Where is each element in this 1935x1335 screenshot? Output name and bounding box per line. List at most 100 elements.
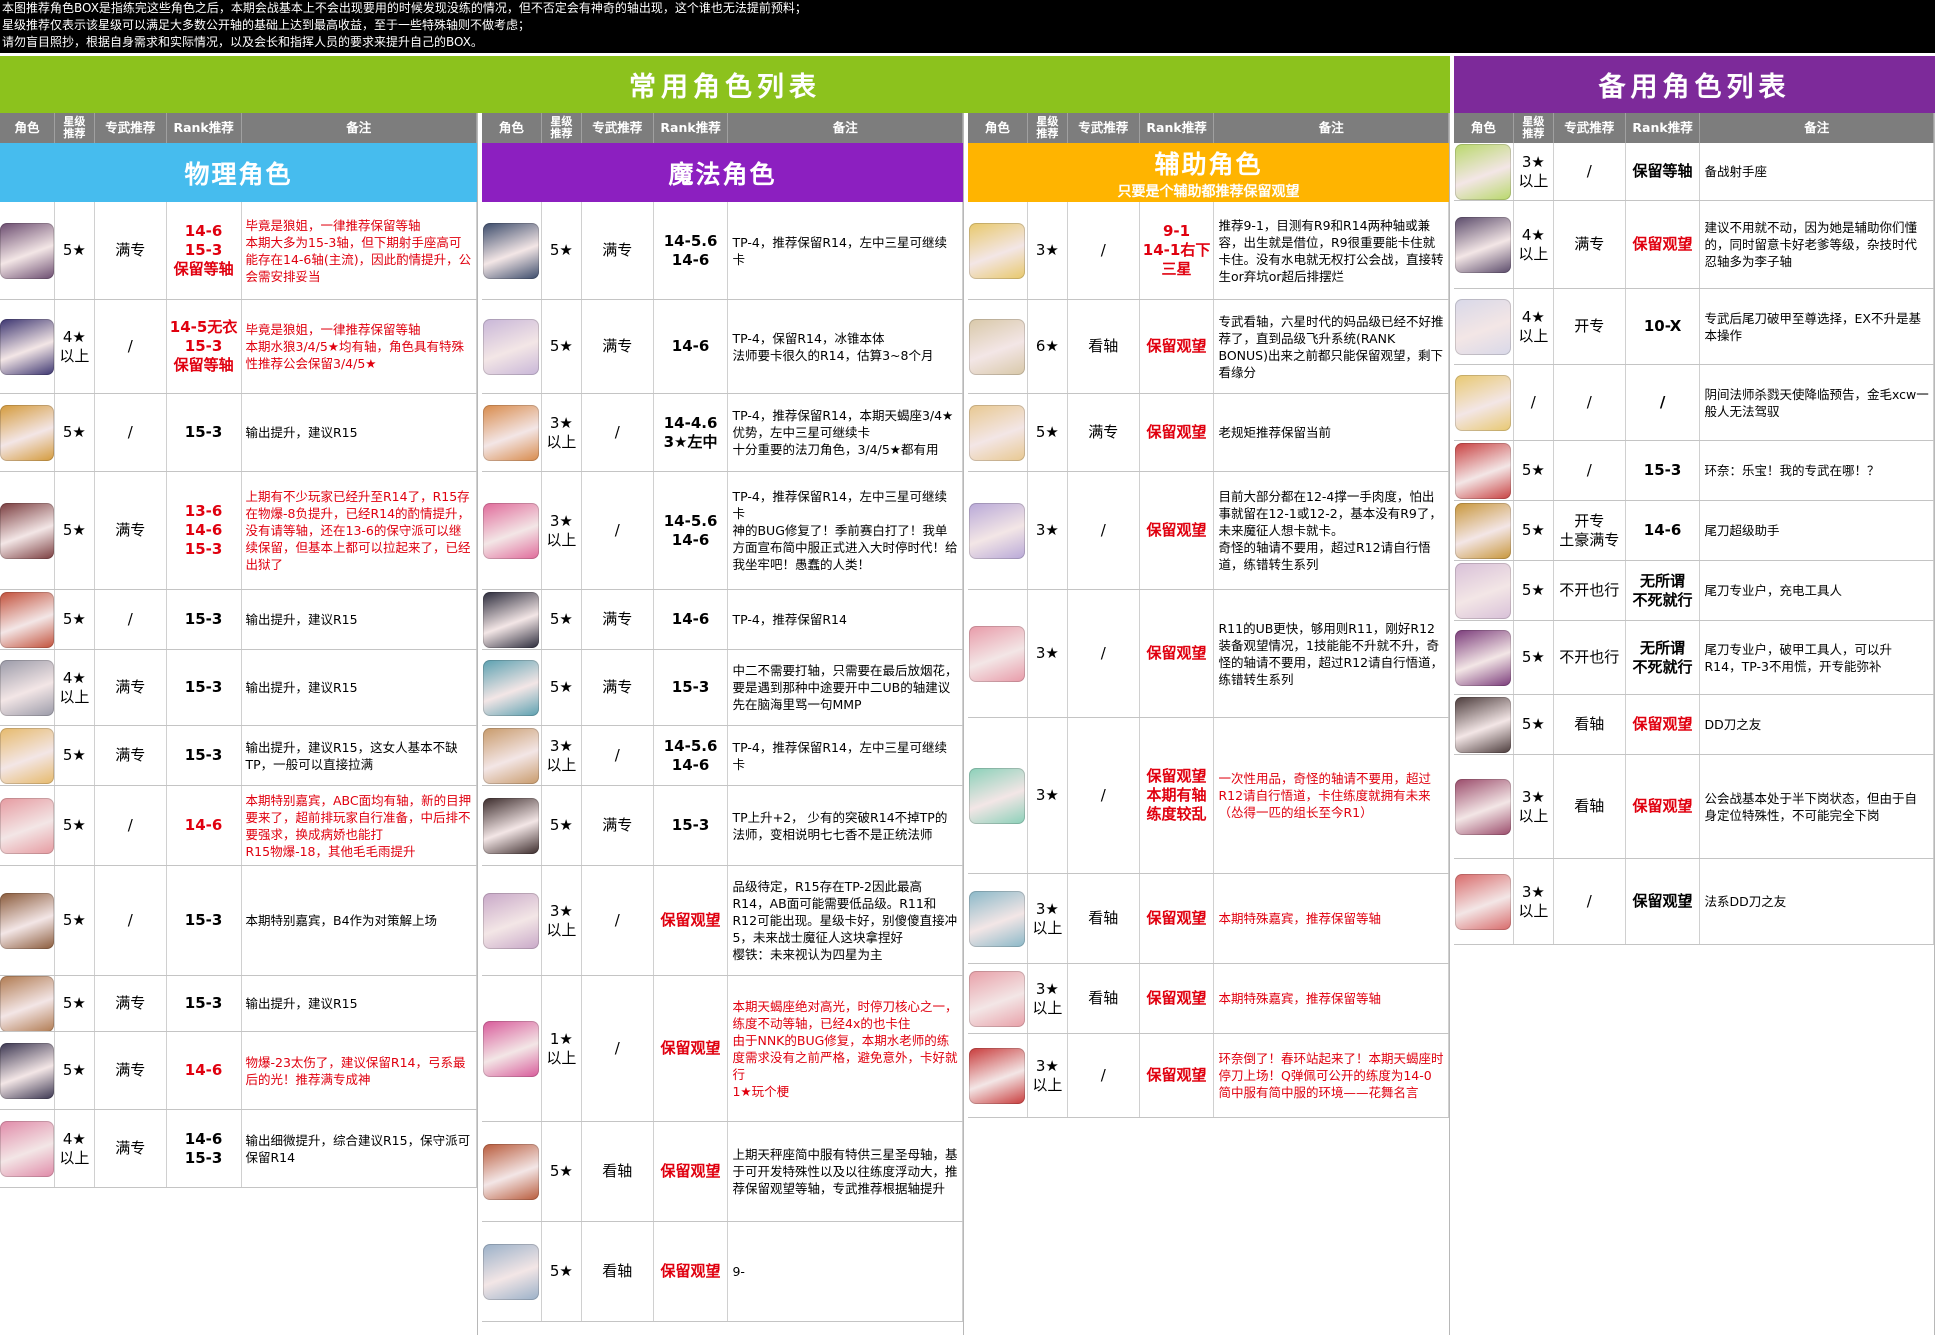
character-avatar[interactable] (969, 625, 1026, 682)
character-avatar[interactable] (0, 1120, 54, 1177)
avatar-cell (0, 866, 55, 975)
character-avatar[interactable] (0, 892, 54, 949)
weapon-cell: / (1068, 718, 1140, 873)
note-cell: TP-4，推荐保留R14，左中三星可继续卡 神的BUG修复了！季前赛白打了！我单… (728, 472, 963, 589)
star-cell: 3★ 以上 (1028, 1034, 1068, 1117)
header-star: 星级 推荐 (1513, 113, 1554, 143)
rank-cell: 保留观望 (1140, 590, 1215, 717)
character-avatar[interactable] (969, 502, 1026, 559)
star-cell: 5★ (55, 590, 95, 649)
section-magic: 角色 星级 推荐 专武推荐 Rank推荐 备注 魔法角色 5★ 满专 14-5.6 14-6 TP… (482, 113, 964, 1335)
character-avatar[interactable] (1455, 778, 1512, 835)
avatar-cell (0, 726, 55, 785)
rank-cell: 14-5.6 14-6 (654, 202, 729, 299)
character-avatar[interactable] (1455, 442, 1512, 499)
character-avatar[interactable] (1455, 502, 1512, 559)
note-cell: 尾刀超级助手 (1700, 501, 1934, 560)
character-avatar[interactable] (0, 591, 54, 648)
rank-cell: 13-6 14-6 15-3 (167, 472, 242, 589)
star-cell: 5★ (542, 590, 582, 649)
character-avatar[interactable] (483, 404, 540, 461)
weapon-cell: / (95, 394, 167, 471)
rank-cell: 15-3 (654, 650, 729, 725)
star-cell: 5★ (542, 650, 582, 725)
character-avatar[interactable] (483, 797, 540, 854)
header-rank: Rank推荐 (1625, 113, 1701, 143)
character-avatar[interactable] (969, 222, 1026, 279)
avatar-cell (1454, 441, 1514, 500)
rank-cell: 保留观望 (1140, 472, 1215, 589)
rank-cell: 15-3 (654, 786, 729, 865)
character-avatar[interactable] (483, 1243, 540, 1300)
rank-cell: 保留观望 (1626, 201, 1701, 288)
star-cell: 5★ (55, 976, 95, 1031)
character-row: 3★ 以上 / 保留观望 品级待定，R15存在TP-2因此最高R14，AB面可能需要低… (482, 866, 963, 976)
character-avatar[interactable] (483, 222, 540, 279)
character-avatar[interactable] (1455, 562, 1512, 619)
character-row: 3★ / 保留观望 目前大部分都在12-4撑一手肉度，怕出事就留在12-1或12-2，… (968, 472, 1449, 590)
character-avatar[interactable] (0, 976, 54, 1031)
character-avatar[interactable] (0, 222, 54, 279)
rank-cell: 14-6 (167, 1032, 242, 1109)
header-note: 备注 (728, 113, 963, 143)
character-avatar[interactable] (1455, 143, 1512, 200)
character-avatar[interactable] (969, 890, 1026, 947)
rank-cell: 保留观望 本期有轴 练度较乱 (1140, 718, 1215, 873)
avatar-cell (968, 590, 1028, 717)
character-row: 5★ 满专 14-6 物爆-23太伤了，建议保留R14，弓系最后的光！推荐满专成神 (0, 1032, 478, 1110)
weapon-cell: / (582, 394, 654, 471)
avatar-cell (1454, 621, 1514, 694)
character-avatar[interactable] (483, 659, 540, 716)
character-avatar[interactable] (969, 318, 1026, 375)
rank-cell: 15-3 (167, 976, 242, 1031)
star-cell: 3★ 以上 (542, 866, 582, 975)
character-avatar[interactable] (1455, 873, 1512, 930)
character-avatar[interactable] (969, 970, 1026, 1027)
avatar-cell (0, 300, 55, 393)
common-list-banner: 常用角色列表 (0, 56, 1450, 113)
weapon-cell: 看轴 (1554, 695, 1626, 754)
character-avatar[interactable] (1455, 696, 1512, 753)
character-avatar[interactable] (969, 1047, 1026, 1104)
character-avatar[interactable] (1455, 374, 1512, 431)
character-row: 3★/9-1 14-1右下 三星 推荐9-1，目测有R9和R14两种轴或兼容，出生… (968, 202, 1449, 300)
note-cell: 老规矩推荐保留当前 (1214, 394, 1449, 471)
character-avatar[interactable] (0, 318, 54, 375)
weapon-cell: 满专 (95, 1032, 167, 1109)
character-avatar[interactable] (0, 1042, 54, 1099)
weapon-cell: 满专 (95, 202, 167, 299)
character-avatar[interactable] (0, 659, 54, 716)
rank-cell: 14-6 (654, 300, 729, 393)
character-avatar[interactable] (0, 797, 54, 854)
star-cell: 3★ 以上 (542, 726, 582, 785)
note-cell: 一次性用品，奇怪的轴请不要用，超过R12请自行悟道，卡住练度就拥有未来 （怂得一… (1214, 718, 1449, 873)
rank-cell: 保留观望 (1140, 300, 1215, 393)
character-row: 5★/15-3 本期特别嘉宾，B4作为对策解上场 (0, 866, 478, 976)
character-avatar[interactable] (483, 727, 540, 784)
character-avatar[interactable] (0, 727, 54, 784)
character-avatar[interactable] (0, 404, 54, 461)
character-avatar[interactable] (1455, 216, 1512, 273)
character-avatar[interactable] (0, 502, 54, 559)
character-avatar[interactable] (1455, 298, 1512, 355)
character-avatar[interactable] (483, 1143, 540, 1200)
character-avatar[interactable] (483, 892, 540, 949)
note-cell: TP-4，推荐保留R14，本期天蝎座3/4★优势，左中三星可继续卡 十分重要的法… (728, 394, 963, 471)
character-avatar[interactable] (1455, 629, 1512, 686)
character-avatar[interactable] (483, 502, 540, 559)
star-cell: 1★ 以上 (542, 976, 582, 1121)
rank-cell: 15-3 (167, 726, 242, 785)
character-avatar[interactable] (483, 591, 540, 648)
header-rank: Rank推荐 (1139, 113, 1215, 143)
star-cell: 5★ (55, 866, 95, 975)
weapon-cell: 满专 (582, 300, 654, 393)
top-note-line-1: 本图推荐角色BOX是指练完这些角色之后，本期会战基本上不会出现要用的时候发现没练… (2, 1, 807, 15)
note-cell: 公会战基本处于半下岗状态，但由于自身定位特殊性，不可能完全下岗 (1700, 755, 1934, 858)
note-cell: 尾刀专业户，充电工具人 (1700, 561, 1934, 620)
weapon-cell: 开专 土豪满专 (1554, 501, 1626, 560)
character-avatar[interactable] (969, 404, 1026, 461)
character-avatar[interactable] (969, 767, 1026, 824)
weapon-cell: / (1554, 143, 1626, 200)
character-avatar[interactable] (483, 1020, 540, 1077)
character-avatar[interactable] (483, 318, 540, 375)
